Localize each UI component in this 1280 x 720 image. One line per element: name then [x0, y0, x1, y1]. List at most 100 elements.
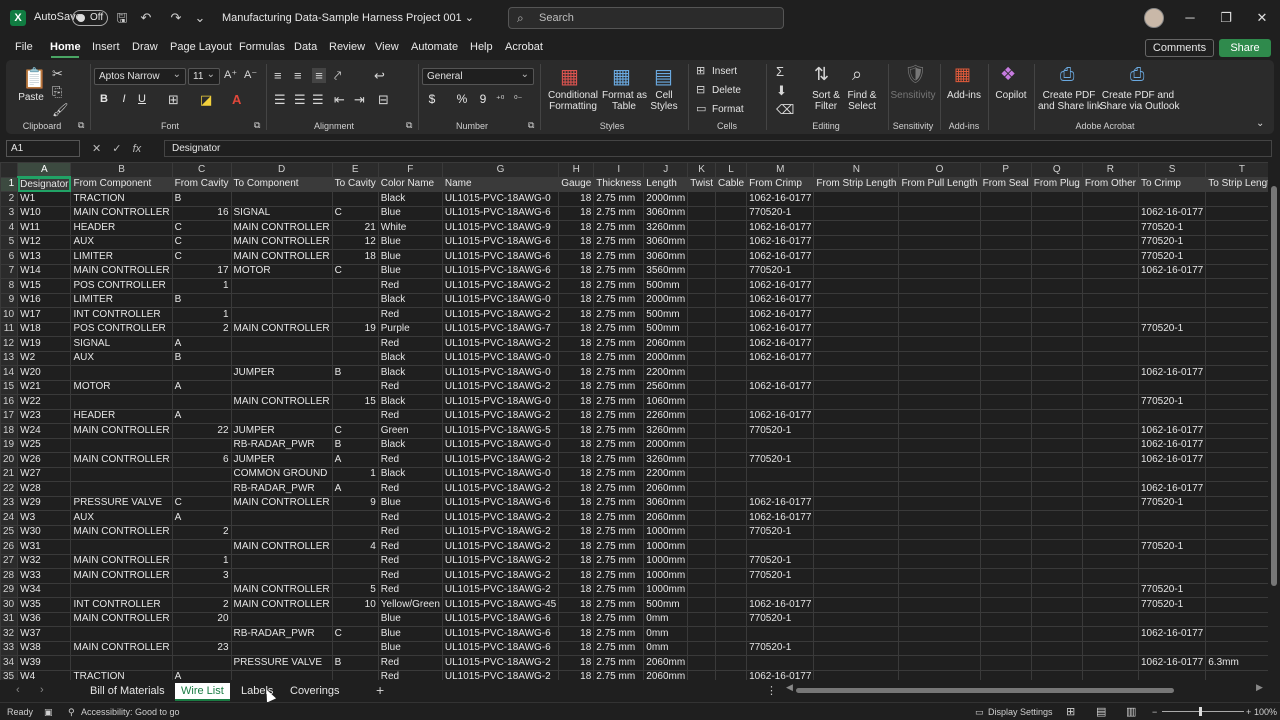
- cell[interactable]: [1205, 394, 1268, 410]
- document-title[interactable]: Manufacturing Data-Sample Harness Projec…: [222, 11, 474, 24]
- more-options-icon[interactable]: ⋮: [766, 684, 777, 697]
- cell[interactable]: 770520-1: [746, 611, 815, 627]
- cell[interactable]: W37: [17, 626, 72, 642]
- cell[interactable]: MOTOR: [230, 263, 333, 279]
- cell[interactable]: [746, 394, 815, 410]
- orientation-icon[interactable]: ⤤: [334, 68, 341, 84]
- scroll-right-icon[interactable]: ▶: [1256, 682, 1263, 693]
- cell[interactable]: JUMPER: [230, 365, 333, 381]
- comments-button[interactable]: Comments: [1145, 39, 1214, 57]
- cell[interactable]: Red: [377, 582, 443, 598]
- cell[interactable]: [1205, 553, 1268, 569]
- cell[interactable]: 18: [558, 495, 595, 511]
- row-header[interactable]: 3: [0, 205, 19, 221]
- cell[interactable]: 770520-1: [746, 524, 815, 540]
- cell[interactable]: [898, 452, 981, 468]
- row-header[interactable]: 34: [0, 655, 19, 671]
- cell[interactable]: [714, 336, 748, 352]
- cell[interactable]: [898, 350, 981, 366]
- cell[interactable]: 18: [558, 307, 595, 323]
- cell[interactable]: A: [331, 481, 379, 497]
- cell[interactable]: MAIN CONTROLLER: [230, 539, 333, 555]
- cell[interactable]: [1030, 336, 1083, 352]
- cell[interactable]: [1205, 249, 1268, 265]
- format-as-table-button[interactable]: Format as Table: [602, 90, 647, 112]
- cell[interactable]: [1030, 408, 1083, 424]
- cell[interactable]: [714, 423, 748, 439]
- cell[interactable]: [898, 365, 981, 381]
- column-header[interactable]: A: [17, 162, 72, 178]
- cell[interactable]: 1062-16-0177: [746, 278, 815, 294]
- cell[interactable]: [1205, 263, 1268, 279]
- cell[interactable]: UL1015-PVC-18AWG-0: [441, 437, 560, 453]
- cell[interactable]: 500mm: [643, 321, 689, 337]
- cell[interactable]: [1030, 205, 1083, 221]
- row-header[interactable]: 14: [0, 365, 19, 381]
- cell[interactable]: [898, 524, 981, 540]
- cell[interactable]: [898, 336, 981, 352]
- create-pdf-outlook-button[interactable]: Create PDF and Share via Outlook: [1100, 90, 1180, 112]
- cell[interactable]: AUX: [70, 350, 173, 366]
- cell[interactable]: 18: [558, 191, 595, 207]
- cell[interactable]: Red: [377, 278, 443, 294]
- row-header[interactable]: 9: [0, 292, 19, 308]
- cell[interactable]: [898, 234, 981, 250]
- cell[interactable]: 18: [558, 379, 595, 395]
- conditional-formatting-button[interactable]: Conditional Formatting: [546, 90, 600, 112]
- cell[interactable]: UL1015-PVC-18AWG-2: [441, 481, 560, 497]
- cell[interactable]: [898, 466, 981, 482]
- vertical-scrollbar[interactable]: [1268, 162, 1280, 680]
- cell[interactable]: 770520-1: [1137, 249, 1207, 265]
- cell[interactable]: [898, 640, 981, 656]
- cell[interactable]: C: [331, 205, 379, 221]
- cell[interactable]: [813, 611, 900, 627]
- cell[interactable]: 2.75 mm: [593, 553, 645, 569]
- cell[interactable]: 2.75 mm: [593, 611, 645, 627]
- cell[interactable]: [898, 510, 981, 526]
- cell[interactable]: 2060mm: [643, 510, 689, 526]
- cell[interactable]: [1030, 263, 1083, 279]
- column-header[interactable]: P: [979, 162, 1032, 178]
- row-header[interactable]: 24: [0, 510, 19, 526]
- cell[interactable]: [813, 655, 900, 671]
- cell[interactable]: Name: [441, 176, 560, 192]
- cell[interactable]: TRACTION: [70, 191, 173, 207]
- cell[interactable]: [171, 394, 232, 410]
- cell[interactable]: 23: [171, 640, 232, 656]
- cell[interactable]: 18: [558, 263, 595, 279]
- cell[interactable]: [898, 611, 981, 627]
- delete-cells-button[interactable]: Delete: [712, 85, 742, 96]
- cell[interactable]: [1081, 263, 1139, 279]
- cell[interactable]: W23: [17, 408, 72, 424]
- row-header[interactable]: 7: [0, 263, 19, 279]
- cell[interactable]: [331, 510, 379, 526]
- cell[interactable]: [1030, 394, 1083, 410]
- cell[interactable]: Black: [377, 437, 443, 453]
- cell[interactable]: Red: [377, 452, 443, 468]
- cell[interactable]: [813, 423, 900, 439]
- cell[interactable]: JUMPER: [230, 452, 333, 468]
- align-middle-icon[interactable]: ≡: [294, 68, 302, 83]
- cell[interactable]: [1030, 611, 1083, 627]
- align-top-icon[interactable]: ≡: [274, 68, 282, 83]
- cell[interactable]: [813, 568, 900, 584]
- cell[interactable]: 3060mm: [643, 495, 689, 511]
- cell[interactable]: [979, 640, 1032, 656]
- cell[interactable]: [1081, 582, 1139, 598]
- cell[interactable]: [687, 481, 716, 497]
- horizontal-scroll-thumb[interactable]: [796, 688, 1174, 693]
- cell[interactable]: 18: [558, 568, 595, 584]
- formula-input[interactable]: Designator: [164, 140, 1272, 157]
- cell[interactable]: 2060mm: [643, 655, 689, 671]
- cell[interactable]: [687, 510, 716, 526]
- cell[interactable]: [714, 263, 748, 279]
- cell[interactable]: [898, 379, 981, 395]
- cell[interactable]: [1137, 466, 1207, 482]
- column-header[interactable]: R: [1081, 162, 1139, 178]
- row-header[interactable]: 22: [0, 481, 19, 497]
- cell[interactable]: 1062-16-0177: [1137, 423, 1207, 439]
- cell[interactable]: [1030, 437, 1083, 453]
- cell[interactable]: 1062-16-0177: [746, 336, 815, 352]
- cell[interactable]: 1062-16-0177: [1137, 365, 1207, 381]
- cell[interactable]: 21: [331, 220, 379, 236]
